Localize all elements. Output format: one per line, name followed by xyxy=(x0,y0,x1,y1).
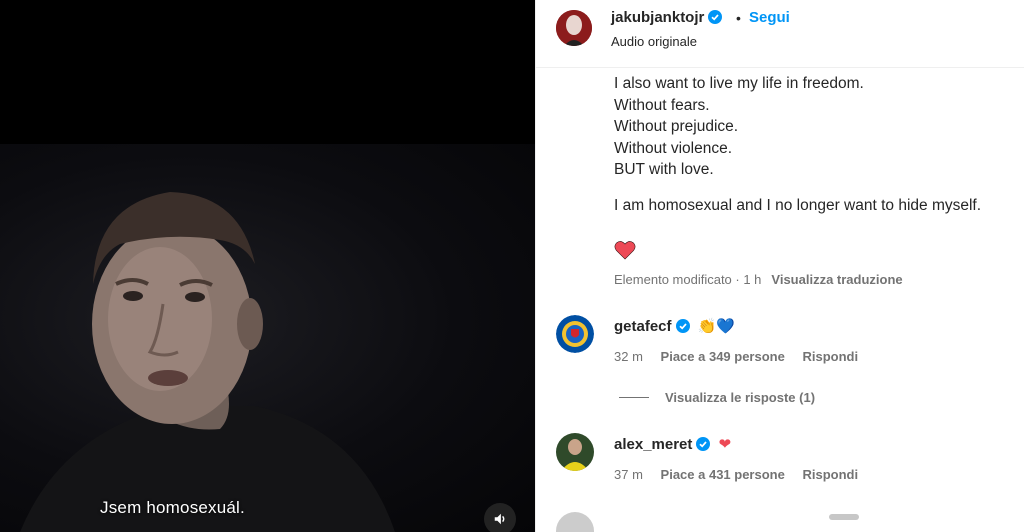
comment-time: 37 m xyxy=(614,467,643,482)
caption-line: Without violence. xyxy=(614,139,733,157)
post-edited-time: Elemento modificato · 1 h xyxy=(614,272,762,287)
next-comment-placeholder xyxy=(829,514,859,520)
post-caption: I also want to live my life in freedom. W… xyxy=(614,73,1014,216)
comment-meta: 37 m Piace a 431 persone Rispondi xyxy=(614,467,872,482)
post-meta: Elemento modificato · 1 h Visualizza trad… xyxy=(614,272,903,287)
person-image xyxy=(20,192,395,532)
verified-icon xyxy=(708,10,723,24)
verified-icon xyxy=(675,319,690,333)
comment-username[interactable]: alex_meret ❤ xyxy=(614,435,731,453)
caption-heart xyxy=(614,240,636,265)
comment-username-text: alex_meret xyxy=(614,436,693,453)
caption-line: BUT with love. xyxy=(614,161,714,178)
post-header: jakubjanktojr • Segui Audio originale xyxy=(536,0,1024,68)
caption-line: I also want to live my life in freedom. xyxy=(614,75,864,92)
follow-button[interactable]: Segui xyxy=(749,9,790,26)
audio-link[interactable]: Audio originale xyxy=(611,34,697,49)
translate-link[interactable]: Visualizza traduzione xyxy=(771,272,902,287)
red-heart-icon xyxy=(614,241,636,260)
comment-username[interactable]: getafecf 👏💙 xyxy=(614,317,735,335)
next-commenter-avatar[interactable] xyxy=(556,512,594,532)
mute-button[interactable] xyxy=(484,503,516,532)
video-player[interactable]: Jsem homosexuál. xyxy=(0,0,535,532)
separator-dot: • xyxy=(736,10,741,26)
caption-lines: I also want to live my life in freedom. W… xyxy=(614,73,1014,181)
view-replies-button[interactable]: Visualizza le risposte (1) xyxy=(619,390,815,405)
video-subtitle: Jsem homosexuál. xyxy=(100,498,245,517)
author-username[interactable]: jakubjanktojr xyxy=(611,9,723,26)
caption-line: Without prejudice. xyxy=(614,118,739,135)
speaker-icon xyxy=(494,513,505,525)
comment-emoji: 👏💙 xyxy=(697,318,736,335)
post-panel: jakubjanktojr • Segui Audio originale I … xyxy=(535,0,1024,532)
comment-meta: 32 m Piace a 349 persone Rispondi xyxy=(614,349,872,364)
author-avatar[interactable] xyxy=(556,10,592,46)
reply-button[interactable]: Rispondi xyxy=(802,349,858,364)
comment-likes[interactable]: Piace a 349 persone xyxy=(661,349,785,364)
view-replies-label: Visualizza le risposte (1) xyxy=(665,390,816,405)
comment-username-text: getafecf xyxy=(614,318,672,335)
caption-line: Without fears. xyxy=(614,96,710,114)
commenter-avatar[interactable] xyxy=(556,433,594,471)
author-username-text: jakubjanktojr xyxy=(611,9,705,26)
video-frame: Jsem homosexuál. xyxy=(0,144,535,532)
caption-statement: I am homosexual and I no longer want to … xyxy=(614,196,982,214)
comment-likes[interactable]: Piace a 431 persone xyxy=(661,467,785,482)
replies-divider xyxy=(619,397,649,398)
verified-icon xyxy=(696,437,711,451)
comment-time: 32 m xyxy=(614,349,643,364)
reply-button[interactable]: Rispondi xyxy=(802,467,858,482)
comment-emoji: ❤ xyxy=(718,436,732,453)
commenter-avatar[interactable] xyxy=(556,315,594,353)
